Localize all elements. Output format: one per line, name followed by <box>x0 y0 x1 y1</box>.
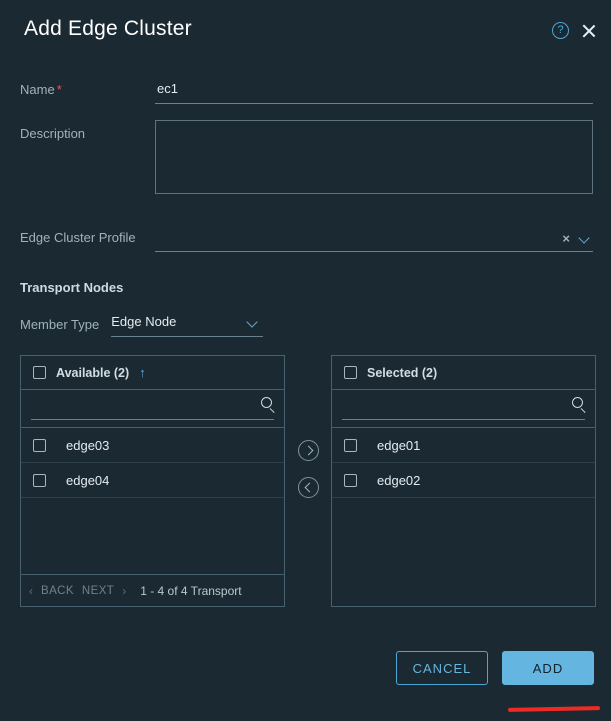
row-checkbox[interactable] <box>344 438 357 452</box>
selected-panel: Selected (2) edge01 edge02 <box>331 355 596 607</box>
pagination-count-label: 1 - 4 of 4 Transport <box>140 583 242 598</box>
cancel-button[interactable]: CANCEL <box>396 651 488 685</box>
selected-search-wrapper <box>342 394 585 420</box>
search-icon[interactable] <box>261 397 272 408</box>
selected-panel-header: Selected (2) <box>332 356 595 390</box>
field-row-edge-cluster-profile: Edge Cluster Profile × <box>20 224 593 264</box>
add-button[interactable]: ADD <box>502 651 594 685</box>
list-item-label: edge03 <box>66 437 110 453</box>
available-panel-header: Available (2) ↑ <box>21 356 284 390</box>
member-type-select[interactable]: Edge Node <box>111 311 264 337</box>
add-edge-cluster-dialog: Add Edge Cluster ? Name* Description Edg… <box>0 0 611 721</box>
row-checkbox[interactable] <box>344 473 357 487</box>
chevron-down-icon[interactable] <box>248 317 259 328</box>
description-control <box>155 120 593 199</box>
name-label: Name * <box>20 76 155 97</box>
move-right-button[interactable] <box>297 440 319 461</box>
available-select-all-checkbox[interactable] <box>33 366 46 379</box>
pagination-next-icon[interactable]: › <box>122 584 126 598</box>
list-item-label: edge04 <box>66 472 110 488</box>
available-search-wrapper <box>31 394 274 420</box>
selected-search-row <box>332 390 595 428</box>
list-item[interactable]: edge04 <box>21 463 284 498</box>
member-type-row: Member Type Edge Node <box>20 311 611 337</box>
form-area: Name* Description Edge Cluster Profile × <box>0 76 611 264</box>
header-actions: ? <box>552 22 597 39</box>
mover-buttons <box>285 355 331 498</box>
transport-nodes-title: Transport Nodes <box>20 280 124 295</box>
available-header-label: Available (2) <box>56 365 130 380</box>
list-item[interactable]: edge01 <box>332 428 595 463</box>
chevron-down-icon[interactable] <box>580 233 591 244</box>
selected-list: edge01 edge02 <box>332 428 595 606</box>
clear-icon[interactable]: × <box>562 232 570 245</box>
help-circle-icon[interactable]: ? <box>552 22 569 39</box>
description-textarea[interactable] <box>155 120 593 194</box>
search-icon[interactable] <box>572 397 583 408</box>
name-control <box>155 76 593 104</box>
edge-cluster-profile-label: Edge Cluster Profile <box>20 230 136 245</box>
dialog-footer: CANCEL ADD <box>0 651 611 685</box>
move-left-button[interactable] <box>297 477 319 498</box>
list-item[interactable]: edge03 <box>21 428 284 463</box>
edge-cluster-profile-control: × <box>155 224 593 252</box>
row-checkbox[interactable] <box>33 473 46 487</box>
row-checkbox[interactable] <box>33 438 46 452</box>
selected-select-all-checkbox[interactable] <box>344 366 357 379</box>
name-label-text: Name <box>20 82 55 97</box>
required-marker: * <box>56 82 62 97</box>
field-row-description: Description <box>20 120 593 218</box>
available-pagination: ‹ BACK NEXT › 1 - 4 of 4 Transport <box>21 574 284 606</box>
sort-ascending-icon[interactable]: ↑ <box>139 366 146 379</box>
member-type-label: Member Type <box>20 316 100 332</box>
pagination-next-button[interactable]: NEXT <box>82 585 114 597</box>
pagination-back-button[interactable]: BACK <box>41 585 74 597</box>
edge-cluster-profile-icons: × <box>562 232 591 245</box>
list-item-label: edge02 <box>377 472 421 488</box>
page-title: Add Edge Cluster <box>24 17 192 40</box>
dialog-header: Add Edge Cluster ? <box>0 0 611 58</box>
list-item-label: edge01 <box>377 437 421 453</box>
available-list: edge03 edge04 <box>21 428 284 574</box>
description-label: Description <box>20 126 86 141</box>
dual-list: Available (2) ↑ edge03 edge04 ‹ BACK NEX… <box>20 355 611 607</box>
field-row-name: Name * <box>20 76 593 120</box>
selected-search-input[interactable] <box>342 394 585 418</box>
list-item[interactable]: edge02 <box>332 463 595 498</box>
selected-header-label: Selected (2) <box>367 365 438 380</box>
red-annotation-underline <box>507 706 601 712</box>
available-search-input[interactable] <box>31 394 274 418</box>
pagination-prev-icon[interactable]: ‹ <box>29 584 33 598</box>
edge-cluster-profile-select[interactable]: × <box>155 224 593 252</box>
available-search-row <box>21 390 284 428</box>
available-panel: Available (2) ↑ edge03 edge04 ‹ BACK NEX… <box>20 355 285 607</box>
name-input[interactable] <box>155 76 593 104</box>
member-type-value: Edge Node <box>111 314 177 329</box>
close-icon[interactable] <box>581 23 597 39</box>
